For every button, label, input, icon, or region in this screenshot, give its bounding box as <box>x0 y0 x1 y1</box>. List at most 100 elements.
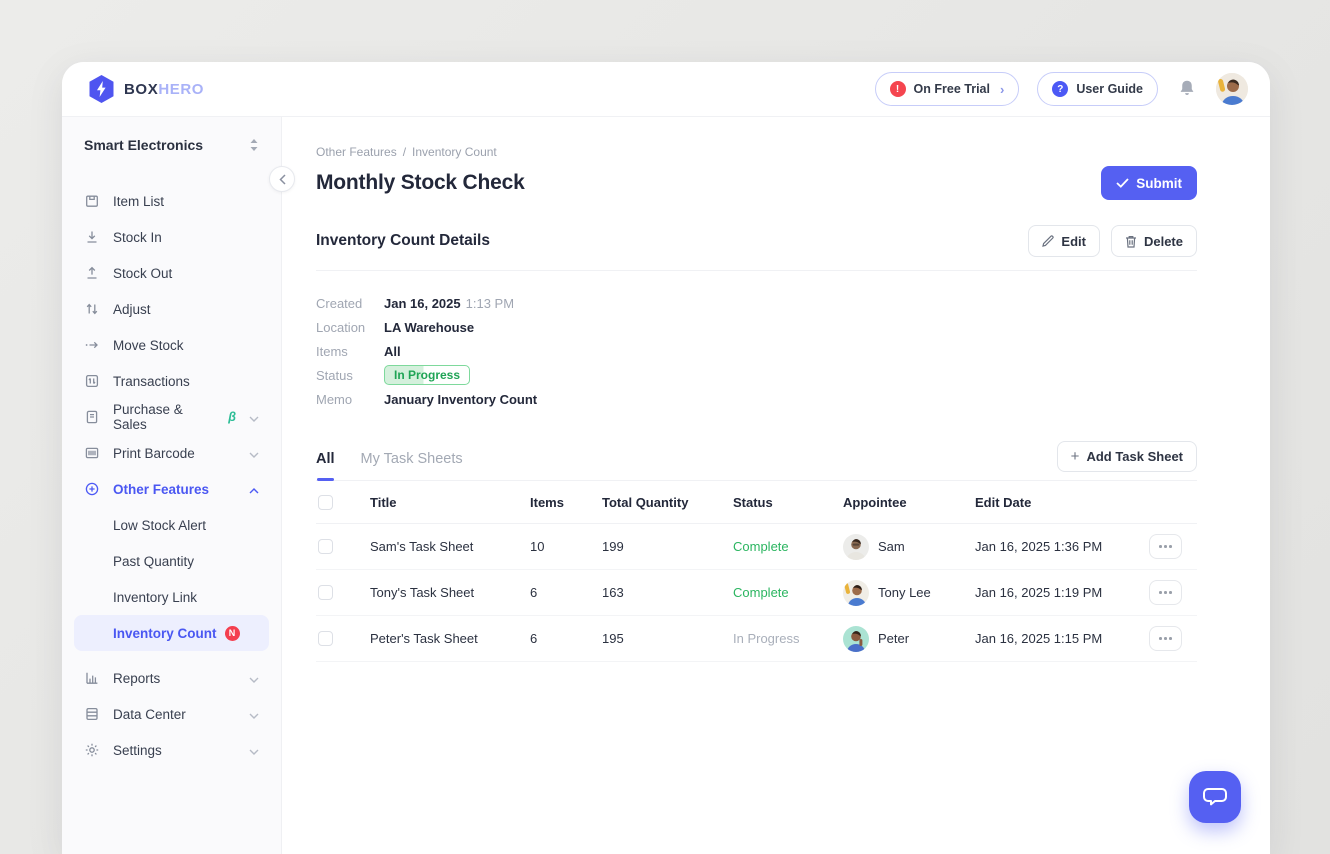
task-items: 6 <box>530 585 602 600</box>
active-tab-underline <box>317 478 334 481</box>
sidebar-collapse-button[interactable] <box>269 166 295 192</box>
row-menu-button[interactable] <box>1149 626 1182 651</box>
user-avatar-image <box>1216 73 1248 105</box>
delete-button[interactable]: Delete <box>1111 225 1197 257</box>
table-row[interactable]: Peter's Task Sheet 6 195 In Progress Pet… <box>316 616 1197 662</box>
edit-button[interactable]: Edit <box>1028 225 1100 257</box>
task-status: Complete <box>733 585 843 600</box>
question-circle-icon: ? <box>1052 81 1068 97</box>
task-sheet-table: Title Items Total Quantity Status Appoin… <box>316 481 1197 662</box>
submit-button[interactable]: Submit <box>1101 166 1197 200</box>
table-row[interactable]: Sam's Task Sheet 10 199 Complete Sam Jan… <box>316 524 1197 570</box>
sidebar-item-print-barcode[interactable]: Print Barcode <box>74 435 269 471</box>
col-appointee: Appointee <box>843 495 975 510</box>
topbar: BOXHERO ! On Free Trial › ? User Guide <box>62 62 1270 117</box>
barcode-icon <box>84 445 100 461</box>
col-items: Items <box>530 495 602 510</box>
package-icon <box>84 193 100 209</box>
row-checkbox[interactable] <box>318 631 333 646</box>
app-window: BOXHERO ! On Free Trial › ? User Guide <box>62 62 1270 854</box>
workspace-name: Smart Electronics <box>84 137 203 153</box>
download-arrow-icon <box>84 229 100 245</box>
row-menu-button[interactable] <box>1149 580 1182 605</box>
sidebar-item-item-list[interactable]: Item List <box>74 183 269 219</box>
plus-icon: + <box>1071 449 1080 464</box>
tab-my-task-sheets[interactable]: My Task Sheets <box>361 445 463 480</box>
col-edit-date: Edit Date <box>975 495 1149 510</box>
sidebar-nav: Item List Stock In Stock Out <box>74 183 269 768</box>
chevron-down-icon <box>249 743 259 758</box>
workspace-switcher[interactable]: Smart Electronics <box>74 129 269 161</box>
upload-arrow-icon <box>84 265 100 281</box>
sidebar-item-low-stock-alert[interactable]: Low Stock Alert <box>74 507 269 543</box>
free-trial-button[interactable]: ! On Free Trial › <box>875 72 1020 106</box>
appointee-avatar <box>843 534 869 560</box>
add-task-sheet-button[interactable]: + Add Task Sheet <box>1057 441 1197 472</box>
location-value: LA Warehouse <box>384 320 474 335</box>
task-title: Peter's Task Sheet <box>370 631 530 646</box>
sidebar-item-purchase-sales[interactable]: Purchase & Sales β <box>74 399 269 435</box>
select-all-checkbox[interactable] <box>318 495 333 510</box>
sidebar-item-adjust[interactable]: Adjust <box>74 291 269 327</box>
sidebar-item-reports[interactable]: Reports <box>74 660 269 696</box>
task-sheet-tabs: All My Task Sheets + Add Task Sheet <box>316 441 1197 481</box>
chevron-down-icon <box>249 410 259 425</box>
appointee-avatar <box>843 580 869 606</box>
arrow-right-icon <box>84 337 100 353</box>
task-total-quantity: 163 <box>602 585 733 600</box>
row-checkbox[interactable] <box>318 585 333 600</box>
task-title: Sam's Task Sheet <box>370 539 530 554</box>
task-edit-date: Jan 16, 2025 1:19 PM <box>975 585 1149 600</box>
row-menu-button[interactable] <box>1149 534 1182 559</box>
database-icon <box>84 706 100 722</box>
task-status: In Progress <box>733 631 843 646</box>
chevron-down-icon <box>249 707 259 722</box>
free-trial-label: On Free Trial <box>914 82 990 96</box>
sidebar-item-inventory-link[interactable]: Inventory Link <box>74 579 269 615</box>
notifications-bell-icon[interactable] <box>1176 78 1198 100</box>
sidebar: Smart Electronics Item List Stock In <box>62 117 282 854</box>
table-row[interactable]: Tony's Task Sheet 6 163 Complete Tony Le… <box>316 570 1197 616</box>
breadcrumb-inventory-count[interactable]: Inventory Count <box>412 145 497 159</box>
task-title: Tony's Task Sheet <box>370 585 530 600</box>
plus-circle-icon <box>84 481 100 497</box>
gear-icon <box>84 742 100 758</box>
document-icon <box>84 409 100 425</box>
user-avatar[interactable] <box>1216 73 1248 105</box>
task-status: Complete <box>733 539 843 554</box>
sidebar-item-stock-out[interactable]: Stock Out <box>74 255 269 291</box>
sidebar-item-inventory-count[interactable]: Inventory Count N <box>74 615 269 651</box>
alert-circle-icon: ! <box>890 81 906 97</box>
sidebar-item-past-quantity[interactable]: Past Quantity <box>74 543 269 579</box>
status-badge: In Progress <box>384 365 470 385</box>
col-title: Title <box>370 495 530 510</box>
items-label: Items <box>316 344 384 359</box>
topbar-actions: ! On Free Trial › ? User Guide <box>875 72 1248 106</box>
sidebar-item-other-features[interactable]: Other Features <box>74 471 269 507</box>
task-items: 6 <box>530 631 602 646</box>
task-appointee: Tony Lee <box>843 580 975 606</box>
sidebar-item-settings[interactable]: Settings <box>74 732 269 768</box>
sidebar-item-move-stock[interactable]: Move Stock <box>74 327 269 363</box>
tab-all[interactable]: All <box>316 445 335 480</box>
sidebar-item-transactions[interactable]: Transactions <box>74 363 269 399</box>
breadcrumb: Other Features / Inventory Count <box>316 145 1197 159</box>
task-edit-date: Jan 16, 2025 1:15 PM <box>975 631 1149 646</box>
up-down-arrows-icon <box>84 301 100 317</box>
sidebar-item-data-center[interactable]: Data Center <box>74 696 269 732</box>
memo-value: January Inventory Count <box>384 392 537 407</box>
boxhero-logo[interactable]: BOXHERO <box>88 74 204 104</box>
items-value: All <box>384 344 401 359</box>
row-checkbox[interactable] <box>318 539 333 554</box>
transactions-icon <box>84 373 100 389</box>
created-label: Created <box>316 296 384 311</box>
status-label: Status <box>316 368 384 383</box>
sidebar-item-stock-in[interactable]: Stock In <box>74 219 269 255</box>
chat-launcher-button[interactable] <box>1189 771 1241 823</box>
user-guide-button[interactable]: ? User Guide <box>1037 72 1158 106</box>
task-items: 10 <box>530 539 602 554</box>
appointee-avatar <box>843 626 869 652</box>
breadcrumb-other-features[interactable]: Other Features <box>316 145 397 159</box>
check-icon <box>1116 178 1129 188</box>
task-appointee: Sam <box>843 534 975 560</box>
